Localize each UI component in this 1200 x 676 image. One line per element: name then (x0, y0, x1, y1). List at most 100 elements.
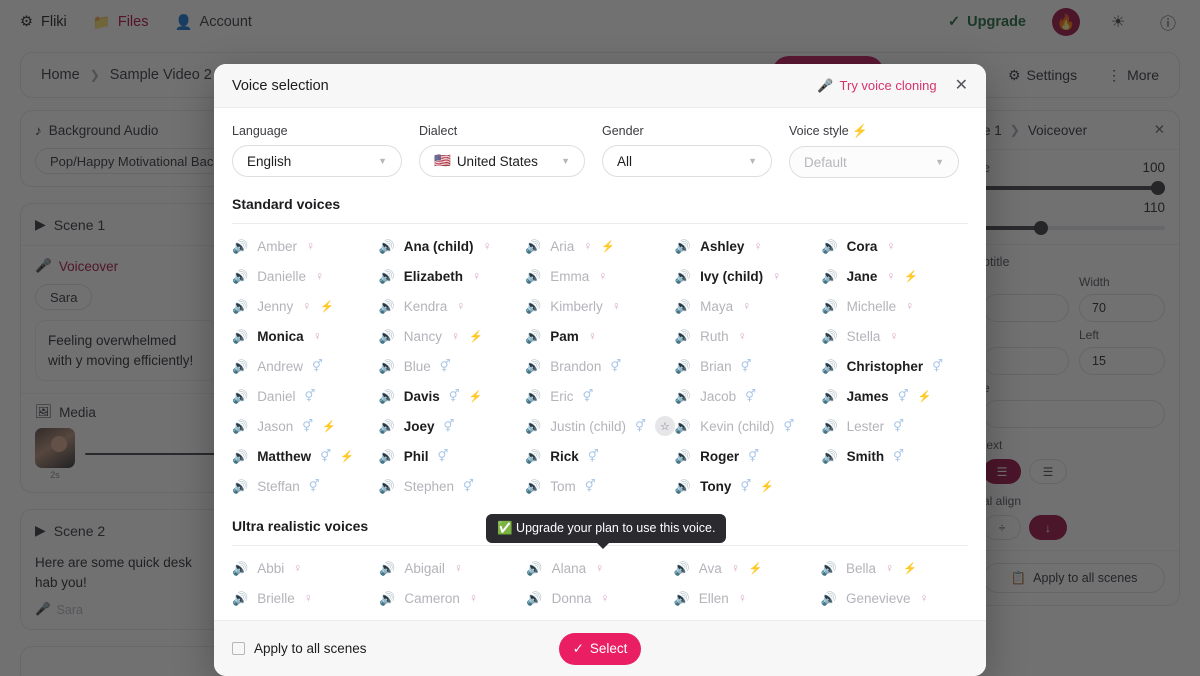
voice-item[interactable]: 🔊 Nancy ♀ ⚡ (379, 326, 526, 346)
voice-item[interactable]: 🔊 Jane ♀ ⚡ (821, 266, 968, 286)
voice-item[interactable]: 🔊 Tom ⚥ (525, 476, 675, 496)
speaker-icon[interactable]: 🔊 (675, 480, 691, 493)
voice-item[interactable]: 🔊 Jason ⚥ ⚡ (232, 416, 379, 436)
voice-item[interactable]: 🔊 Ruth ♀ (675, 326, 822, 346)
speaker-icon[interactable]: 🔊 (525, 300, 541, 313)
voice-item[interactable]: 🔊 Brandon ⚥ (525, 356, 675, 376)
speaker-icon[interactable]: 🔊 (821, 300, 837, 313)
speaker-icon[interactable]: 🔊 (379, 330, 395, 343)
voice-item[interactable]: 🔊 Brielle ♀ (232, 588, 379, 608)
speaker-icon[interactable]: 🔊 (232, 420, 248, 433)
voice-item[interactable]: 🔊 Christopher ⚥ (821, 356, 968, 376)
voice-item[interactable]: 🔊 Abigail ♀ (379, 558, 526, 578)
speaker-icon[interactable]: 🔊 (675, 270, 691, 283)
speaker-icon[interactable]: 🔊 (675, 330, 691, 343)
speaker-icon[interactable]: 🔊 (379, 480, 395, 493)
speaker-icon[interactable]: 🔊 (379, 390, 395, 403)
language-select[interactable]: English ▼ (232, 145, 402, 177)
speaker-icon[interactable]: 🔊 (675, 420, 691, 433)
speaker-icon[interactable]: 🔊 (821, 562, 837, 575)
voice-item[interactable]: 🔊 Cora ♀ (821, 236, 968, 256)
speaker-icon[interactable]: 🔊 (232, 450, 248, 463)
speaker-icon[interactable]: 🔊 (232, 240, 248, 253)
speaker-icon[interactable]: 🔊 (232, 300, 248, 313)
voice-item[interactable]: 🔊 Rick ⚥ (525, 446, 675, 466)
voice-item[interactable]: 🔊 Justin (child) ⚥ ☆ (525, 416, 675, 436)
speaker-icon[interactable]: 🔊 (379, 450, 395, 463)
voice-item[interactable]: 🔊 Ivy (child) ♀ (675, 266, 822, 286)
gender-select[interactable]: All ▼ (602, 145, 772, 177)
dialect-select[interactable]: 🇺🇸 United States ▼ (419, 145, 585, 177)
speaker-icon[interactable]: 🔊 (525, 240, 541, 253)
speaker-icon[interactable]: 🔊 (821, 390, 837, 403)
speaker-icon[interactable]: 🔊 (526, 562, 542, 575)
select-button[interactable]: ✓ Select (559, 632, 641, 665)
voice-item[interactable]: 🔊 Alana ♀ (526, 558, 673, 578)
speaker-icon[interactable]: 🔊 (232, 330, 248, 343)
speaker-icon[interactable]: 🔊 (379, 562, 395, 575)
voice-item[interactable]: 🔊 Kevin (child) ⚥ (675, 416, 822, 436)
voice-item[interactable]: 🔊 Eric ⚥ (525, 386, 675, 406)
voice-item[interactable]: 🔊 Abbi ♀ (232, 558, 379, 578)
speaker-icon[interactable]: 🔊 (674, 592, 690, 605)
voice-item[interactable]: 🔊 Stella ♀ (821, 326, 968, 346)
voice-item[interactable]: 🔊 Cameron ♀ (379, 588, 526, 608)
speaker-icon[interactable]: 🔊 (675, 390, 691, 403)
speaker-icon[interactable]: 🔊 (675, 450, 691, 463)
voice-item[interactable]: 🔊 Joey ⚥ (379, 416, 526, 436)
voice-item[interactable]: 🔊 Tony ⚥ ⚡ (675, 476, 822, 496)
voice-item[interactable]: 🔊 Roger ⚥ (675, 446, 822, 466)
voice-item[interactable]: 🔊 Donna ♀ (526, 588, 673, 608)
voice-item[interactable]: 🔊 Danielle ♀ (232, 266, 379, 286)
speaker-icon[interactable]: 🔊 (379, 360, 395, 373)
voice-item[interactable]: 🔊 Ana (child) ♀ (379, 236, 526, 256)
voice-item[interactable]: 🔊 Ashley ♀ (675, 236, 822, 256)
favorite-star-icon[interactable]: ☆ (654, 416, 675, 436)
speaker-icon[interactable]: 🔊 (525, 450, 541, 463)
speaker-icon[interactable]: 🔊 (525, 390, 541, 403)
speaker-icon[interactable]: 🔊 (232, 592, 248, 605)
speaker-icon[interactable]: 🔊 (821, 360, 837, 373)
voice-item[interactable]: 🔊 Ellen ♀ (674, 588, 821, 608)
speaker-icon[interactable]: 🔊 (526, 592, 542, 605)
voice-item[interactable]: 🔊 Smith ⚥ (821, 446, 968, 466)
speaker-icon[interactable]: 🔊 (675, 240, 691, 253)
speaker-icon[interactable]: 🔊 (525, 420, 541, 433)
voice-item[interactable]: 🔊 Lester ⚥ (821, 416, 968, 436)
voice-item[interactable]: 🔊 Pam ♀ (525, 326, 675, 346)
speaker-icon[interactable]: 🔊 (379, 420, 395, 433)
voice-item[interactable]: 🔊 Matthew ⚥ ⚡ (232, 446, 379, 466)
voice-item[interactable]: 🔊 Stephen ⚥ (379, 476, 526, 496)
voice-item[interactable]: 🔊 Blue ⚥ (379, 356, 526, 376)
speaker-icon[interactable]: 🔊 (379, 240, 395, 253)
speaker-icon[interactable]: 🔊 (232, 480, 248, 493)
voice-item[interactable]: 🔊 Kimberly ♀ (525, 296, 675, 316)
speaker-icon[interactable]: 🔊 (821, 240, 837, 253)
voice-item[interactable]: 🔊 Emma ♀ (525, 266, 675, 286)
voice-item[interactable]: 🔊 Monica ♀ (232, 326, 379, 346)
speaker-icon[interactable]: 🔊 (674, 562, 690, 575)
speaker-icon[interactable]: 🔊 (232, 562, 248, 575)
speaker-icon[interactable]: 🔊 (379, 270, 395, 283)
speaker-icon[interactable]: 🔊 (821, 450, 837, 463)
speaker-icon[interactable]: 🔊 (821, 330, 837, 343)
close-icon[interactable]: ✕ (955, 77, 968, 94)
voice-item[interactable]: 🔊 Aria ♀ ⚡ (525, 236, 675, 256)
speaker-icon[interactable]: 🔊 (232, 360, 248, 373)
speaker-icon[interactable]: 🔊 (821, 592, 837, 605)
speaker-icon[interactable]: 🔊 (525, 270, 541, 283)
apply-to-all-scenes-checkbox[interactable]: Apply to all scenes (232, 641, 367, 656)
speaker-icon[interactable]: 🔊 (821, 420, 837, 433)
voice-item[interactable]: 🔊 Kendra ♀ (379, 296, 526, 316)
voice-item[interactable]: 🔊 Steffan ⚥ (232, 476, 379, 496)
voice-item[interactable]: 🔊 Phil ⚥ (379, 446, 526, 466)
speaker-icon[interactable]: 🔊 (525, 330, 541, 343)
voice-item[interactable]: 🔊 Daniel ⚥ (232, 386, 379, 406)
voice-item[interactable]: 🔊 Michelle ♀ (821, 296, 968, 316)
speaker-icon[interactable]: 🔊 (675, 360, 691, 373)
speaker-icon[interactable]: 🔊 (525, 360, 541, 373)
speaker-icon[interactable]: 🔊 (525, 480, 541, 493)
voice-item[interactable]: 🔊 Jenny ♀ ⚡ (232, 296, 379, 316)
voice-item[interactable]: 🔊 Bella ♀ ⚡ (821, 558, 968, 578)
voice-item[interactable]: 🔊 Davis ⚥ ⚡ (379, 386, 526, 406)
